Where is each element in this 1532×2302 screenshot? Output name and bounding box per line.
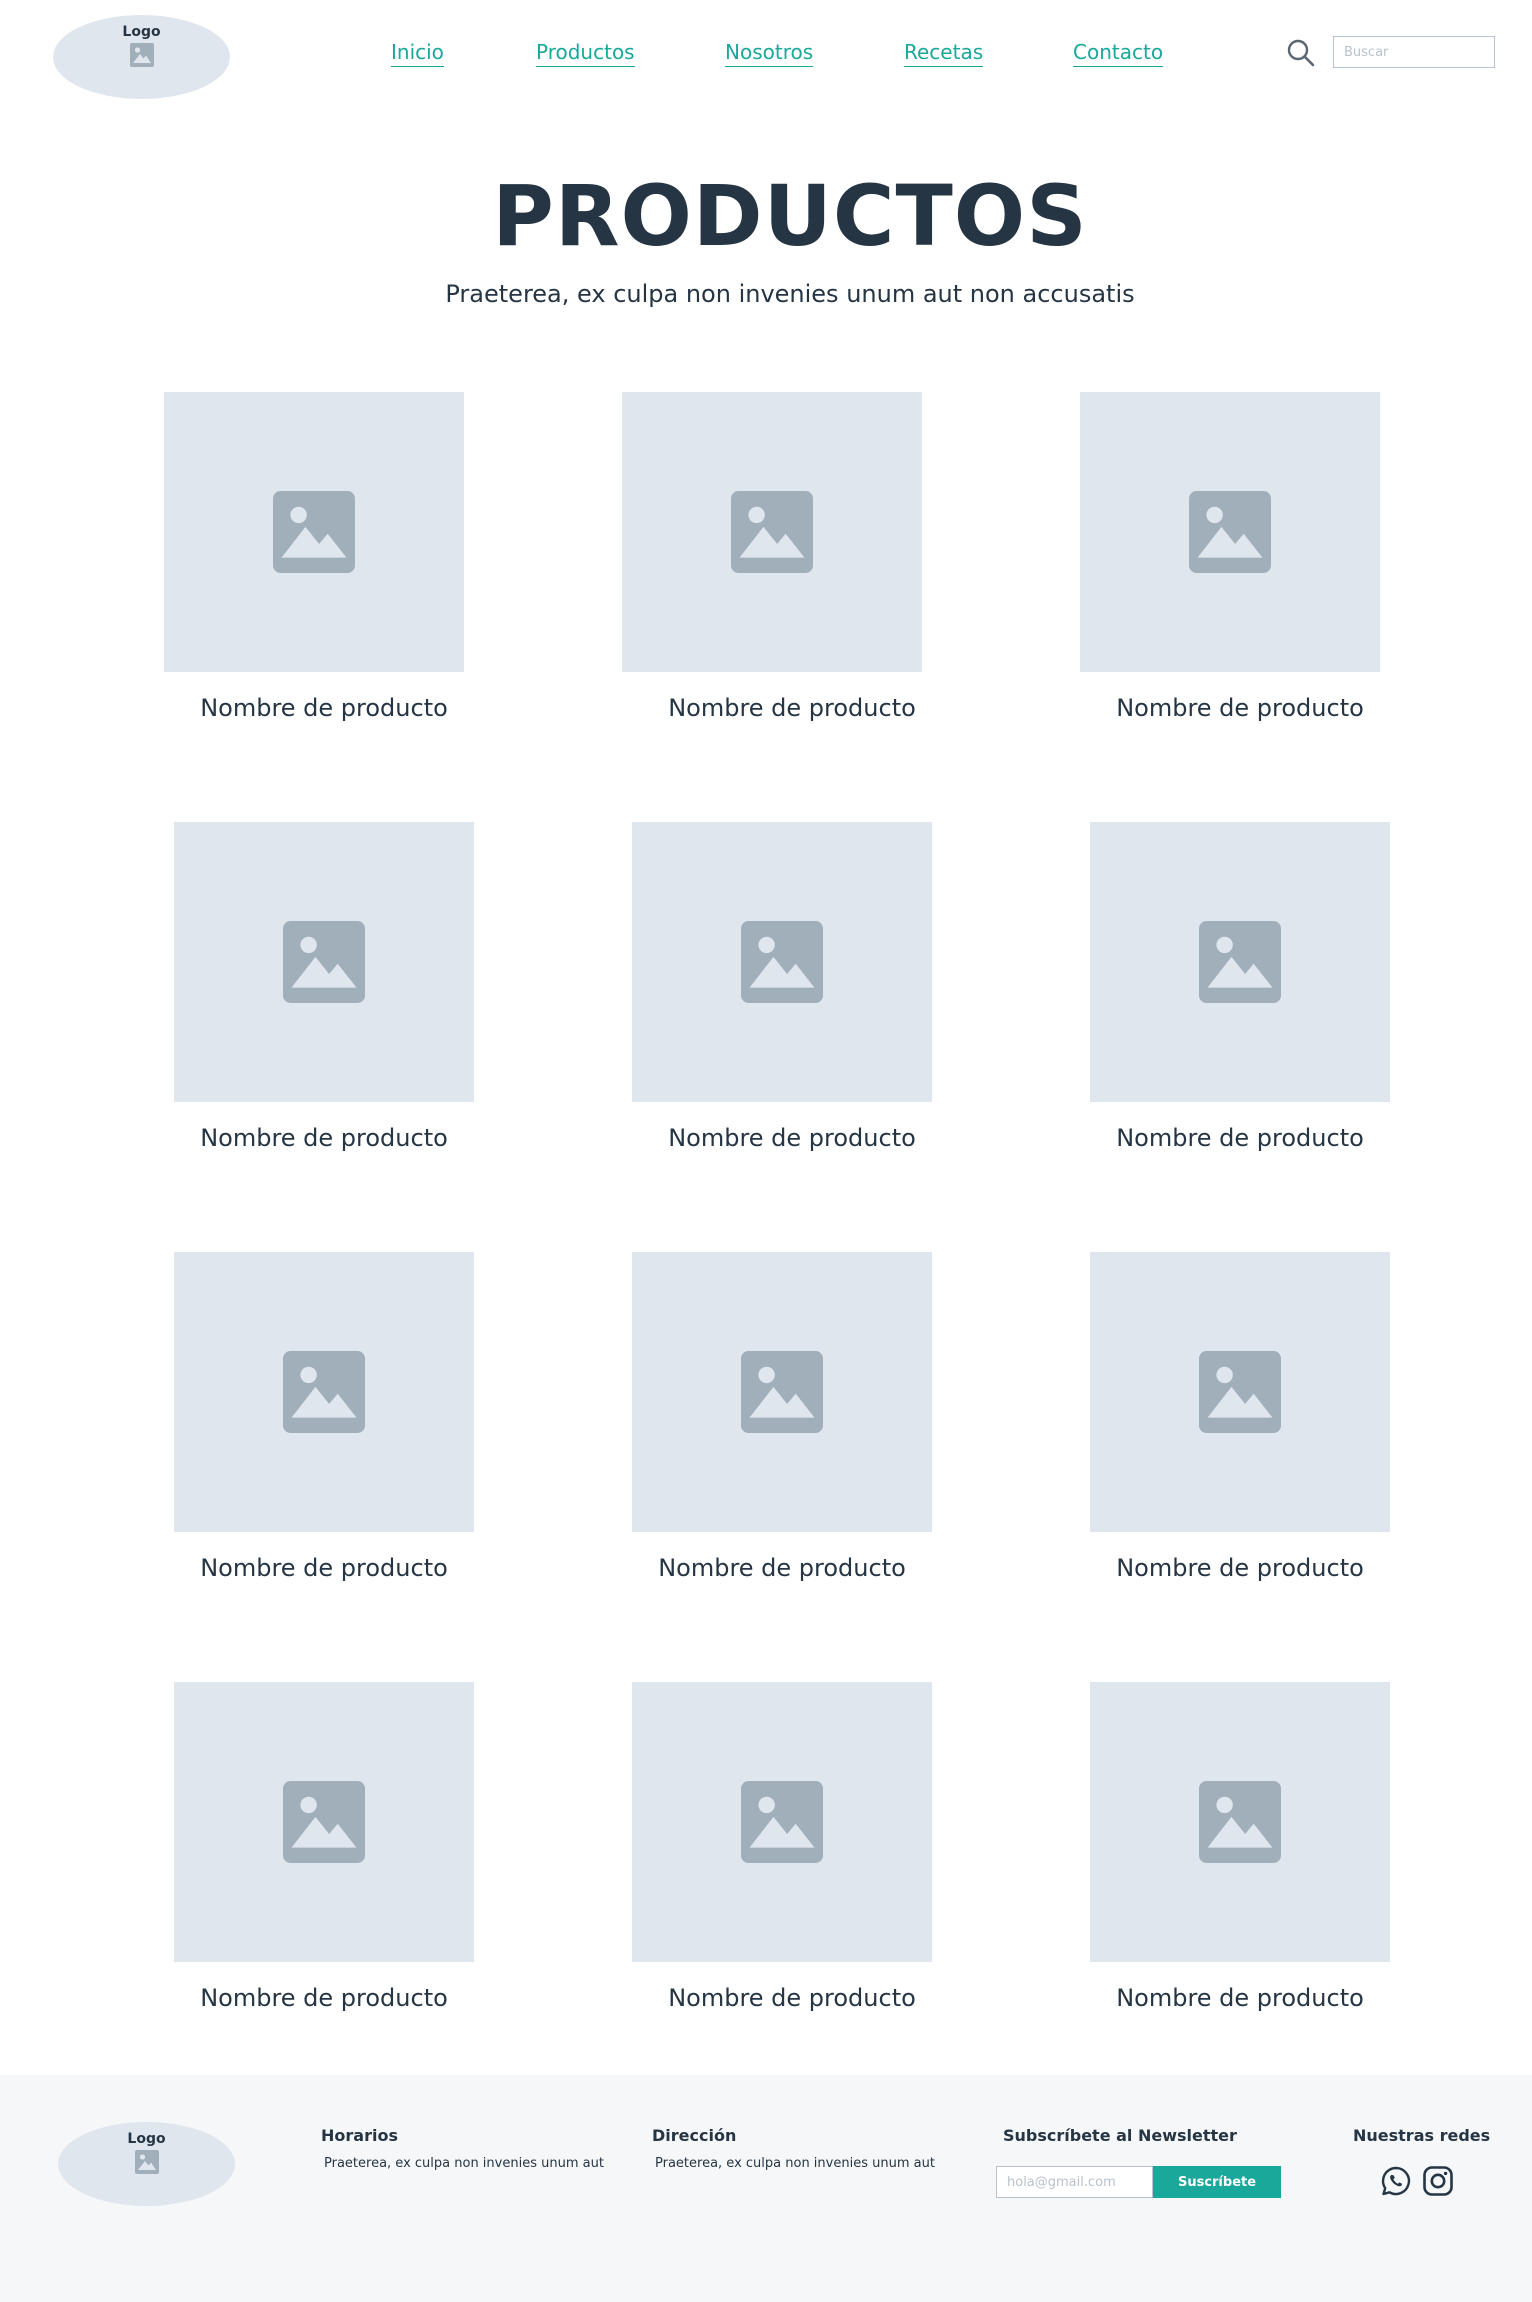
product-name[interactable]: Nombre de producto (1080, 1124, 1400, 1152)
product-image[interactable] (632, 1682, 932, 1962)
footer-logo-label: Logo (127, 2131, 166, 2147)
product-image[interactable] (632, 822, 932, 1102)
product-name[interactable]: Nombre de producto (1080, 1984, 1400, 2012)
product-name[interactable]: Nombre de producto (1080, 694, 1400, 722)
product-name[interactable]: Nombre de producto (164, 1124, 484, 1152)
newsletter-subscribe-button[interactable]: Suscríbete (1153, 2166, 1281, 2198)
whatsapp-icon[interactable] (1380, 2165, 1412, 2197)
product-image[interactable] (164, 392, 464, 672)
product-name[interactable]: Nombre de producto (1080, 1554, 1400, 1582)
product-name[interactable]: Nombre de producto (632, 1984, 952, 2012)
search-input[interactable] (1333, 36, 1495, 68)
product-image[interactable] (174, 822, 474, 1102)
product-image[interactable] (174, 1252, 474, 1532)
product-name[interactable]: Nombre de producto (164, 694, 484, 722)
nav-link-productos[interactable]: Productos (536, 40, 635, 67)
footer-hours-heading: Horarios (321, 2126, 398, 2145)
image-placeholder-icon (134, 2150, 159, 2174)
image-placeholder-icon (1199, 1781, 1281, 1863)
image-placeholder-icon (273, 491, 355, 573)
image-placeholder-icon (1199, 1351, 1281, 1433)
product-image[interactable] (1090, 822, 1390, 1102)
nav-link-nosotros[interactable]: Nosotros (725, 40, 814, 67)
image-placeholder-icon (283, 1351, 365, 1433)
product-name[interactable]: Nombre de producto (164, 1554, 484, 1582)
product-image[interactable] (1080, 392, 1380, 672)
image-placeholder-icon (129, 43, 154, 67)
footer-social-heading: Nuestras redes (1353, 2126, 1491, 2145)
product-name[interactable]: Nombre de producto (632, 1124, 952, 1152)
footer-address-heading: Dirección (652, 2126, 737, 2145)
product-image[interactable] (174, 1682, 474, 1962)
site-footer (0, 2075, 1532, 2302)
image-placeholder-icon (741, 1351, 823, 1433)
footer-logo[interactable]: Logo (58, 2122, 235, 2206)
product-name[interactable]: Nombre de producto (622, 1554, 942, 1582)
product-image[interactable] (1090, 1682, 1390, 1962)
product-image[interactable] (1090, 1252, 1390, 1532)
instagram-icon[interactable] (1422, 2165, 1454, 2197)
image-placeholder-icon (1199, 921, 1281, 1003)
image-placeholder-icon (283, 921, 365, 1003)
header-logo-label: Logo (122, 24, 161, 40)
image-placeholder-icon (741, 1781, 823, 1863)
nav-link-contacto[interactable]: Contacto (1073, 40, 1164, 67)
image-placeholder-icon (731, 491, 813, 573)
image-placeholder-icon (283, 1781, 365, 1863)
footer-address-text: Praeterea, ex culpa non invenies unum au… (655, 2156, 935, 2171)
product-name[interactable]: Nombre de producto (164, 1984, 484, 2012)
image-placeholder-icon (741, 921, 823, 1003)
nav-link-recetas[interactable]: Recetas (904, 40, 984, 67)
header-logo[interactable]: Logo (53, 15, 230, 99)
search-icon[interactable] (1286, 38, 1316, 68)
product-image[interactable] (622, 392, 922, 672)
footer-newsletter-heading: Subscríbete al Newsletter (1003, 2126, 1237, 2145)
product-image[interactable] (632, 1252, 932, 1532)
footer-hours-text: Praeterea, ex culpa non invenies unum au… (324, 2156, 604, 2171)
newsletter-email-input[interactable] (996, 2166, 1153, 2198)
page-subtitle: Praeterea, ex culpa non invenies unum au… (445, 280, 1135, 308)
product-name[interactable]: Nombre de producto (632, 694, 952, 722)
page-title: PRODUCTOS (492, 167, 1088, 265)
nav-link-inicio[interactable]: Inicio (391, 40, 444, 67)
image-placeholder-icon (1189, 491, 1271, 573)
